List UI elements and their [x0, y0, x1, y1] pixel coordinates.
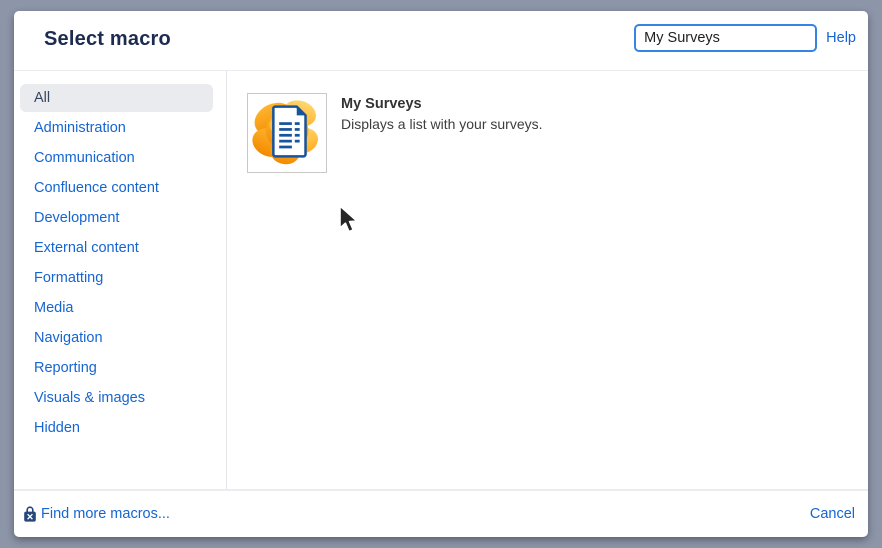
macro-description: Displays a list with your surveys.: [341, 116, 543, 132]
cancel-button[interactable]: Cancel: [810, 506, 855, 522]
sidebar-item-confluence-content[interactable]: Confluence content: [20, 174, 213, 202]
macro-icon-frame: [247, 93, 327, 173]
sidebar-item-administration[interactable]: Administration: [20, 114, 213, 142]
find-more-macros-link[interactable]: Find more macros...: [23, 506, 170, 523]
sidebar-item-development[interactable]: Development: [20, 204, 213, 232]
find-more-macros-label[interactable]: Find more macros...: [41, 506, 170, 522]
dialog-body: All Administration Communication Conflue…: [14, 71, 868, 489]
surveys-macro-icon: [248, 92, 326, 175]
sidebar-item-all[interactable]: All: [20, 84, 213, 112]
sidebar-item-hidden[interactable]: Hidden: [20, 414, 213, 442]
sidebar-item-navigation[interactable]: Navigation: [20, 324, 213, 352]
sidebar-item-formatting[interactable]: Formatting: [20, 264, 213, 292]
sidebar-item-media[interactable]: Media: [20, 294, 213, 322]
screen: { "dialog": { "title": "Select macro", "…: [0, 0, 882, 548]
help-link[interactable]: Help: [826, 30, 856, 46]
sidebar-item-communication[interactable]: Communication: [20, 144, 213, 172]
dialog-footer: Find more macros... Cancel: [14, 489, 868, 537]
macro-search-input[interactable]: [634, 24, 817, 52]
sidebar-item-reporting[interactable]: Reporting: [20, 354, 213, 382]
dialog-header: Select macro Help: [14, 11, 868, 71]
sidebar-item-external-content[interactable]: External content: [20, 234, 213, 262]
page-title: Select macro: [44, 28, 171, 51]
macro-result-item[interactable]: My Surveys Displays a list with your sur…: [227, 71, 868, 489]
select-macro-dialog: Select macro Help All Administration Com…: [14, 11, 868, 537]
sidebar-item-visuals-images[interactable]: Visuals & images: [20, 384, 213, 412]
macro-title: My Surveys: [341, 96, 543, 112]
macro-info: My Surveys Displays a list with your sur…: [341, 93, 543, 132]
marketplace-plugin-icon: [23, 506, 37, 523]
header-right-group: Help: [634, 24, 856, 52]
category-sidebar: All Administration Communication Conflue…: [14, 71, 227, 489]
